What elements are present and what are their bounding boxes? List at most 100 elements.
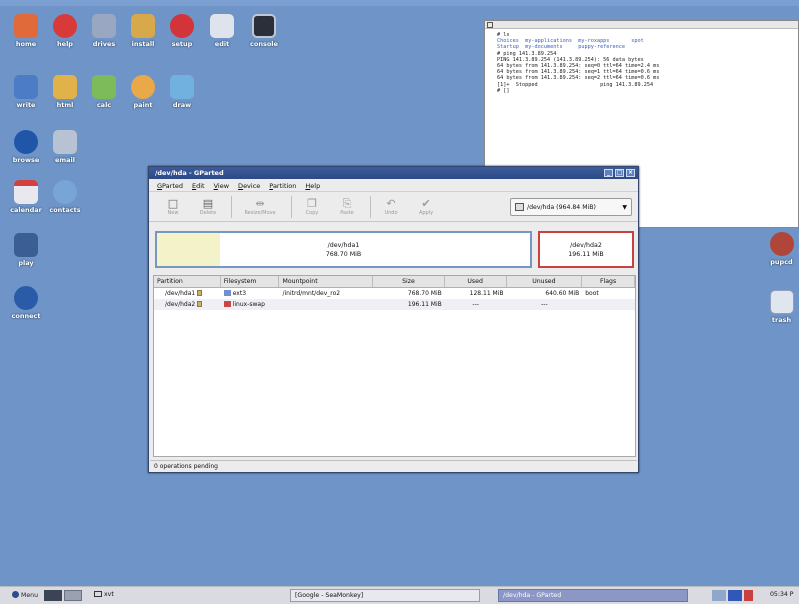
paste-button[interactable]: ⎘ Paste: [331, 194, 363, 220]
paint-icon: [131, 75, 155, 99]
workspace-switcher[interactable]: [64, 590, 82, 601]
col-header-used[interactable]: Used: [445, 276, 507, 287]
partition-map-hda1-name: /dev/hda1: [327, 242, 360, 249]
edit-icon: [210, 14, 234, 38]
draw-desktop-icon[interactable]: draw: [160, 75, 204, 109]
paint-desktop-icon[interactable]: paint: [121, 75, 165, 109]
col-header-partition[interactable]: Partition: [154, 276, 221, 287]
browse-desktop-icon[interactable]: browse: [4, 130, 48, 164]
terminal-menu-icon[interactable]: [487, 22, 493, 28]
partition-name: /dev/hda2: [165, 301, 196, 308]
taskbar-task-xvt[interactable]: xvt: [90, 589, 160, 602]
table-row[interactable]: /dev/hda1 ext3 /initrd/mnt/dev_ro2 768.7…: [154, 288, 635, 299]
device-selector[interactable]: /dev/hda (964.84 MiB) ▼: [510, 198, 632, 216]
menu-icon: [12, 591, 19, 598]
col-header-filesystem[interactable]: Filesystem: [221, 276, 280, 287]
network-tray-icon[interactable]: [712, 590, 726, 601]
taskbar-task-gparted[interactable]: /dev/hda - GParted: [498, 589, 688, 602]
volume-tray-icon[interactable]: [744, 590, 753, 601]
new-button[interactable]: □ New: [157, 194, 189, 220]
partition-map: /dev/hda1 768.70 MiB /dev/hda2 196.11 Mi…: [155, 227, 634, 271]
gparted-titlebar[interactable]: /dev/hda - GParted _ □ ×: [149, 167, 638, 179]
maximize-button[interactable]: □: [615, 169, 624, 177]
start-menu-label: Menu: [21, 592, 38, 599]
clock[interactable]: 05:34 P: [766, 589, 798, 602]
col-header-size[interactable]: Size: [373, 276, 445, 287]
cd-icon: [769, 232, 794, 256]
minimize-button[interactable]: _: [604, 169, 613, 177]
email-desktop-icon[interactable]: email: [43, 130, 87, 164]
col-header-flags[interactable]: Flags: [582, 276, 635, 287]
play-desktop-icon[interactable]: play: [4, 233, 48, 267]
write-desktop-icon[interactable]: write: [4, 75, 48, 109]
write-icon: [14, 75, 38, 99]
menu-help[interactable]: Help: [305, 182, 320, 190]
col-header-mountpoint[interactable]: Mountpoint: [279, 276, 374, 287]
undo-button[interactable]: ↶ Undo: [375, 194, 407, 220]
draw-icon: [170, 75, 194, 99]
partition-map-hda2[interactable]: /dev/hda2 196.11 MiB: [538, 231, 634, 268]
col-header-unused[interactable]: Unused: [507, 276, 583, 287]
delete-button[interactable]: ▤ Delete: [192, 194, 224, 220]
drives-desktop-icon[interactable]: drives: [82, 14, 126, 48]
partition-map-hda2-size: 196.11 MiB: [568, 251, 604, 258]
desktop-top-strip: [0, 0, 799, 6]
show-desktop-icon[interactable]: [44, 590, 62, 601]
menu-partition[interactable]: Partition: [269, 182, 296, 190]
copy-icon: ❐: [307, 197, 317, 210]
start-menu-button[interactable]: Menu: [8, 589, 42, 602]
trash-desktop-icon[interactable]: trash: [764, 290, 799, 324]
taskbar-task-label: xvt: [104, 591, 114, 598]
html-icon: [53, 75, 77, 99]
html-desktop-icon[interactable]: html: [43, 75, 87, 109]
menu-bar: GParted Edit View Device Partition Help: [149, 179, 638, 192]
gparted-window[interactable]: /dev/hda - GParted _ □ × GParted Edit Vi…: [148, 166, 639, 473]
menu-gparted[interactable]: GParted: [157, 182, 183, 190]
dropdown-arrow-icon: ▼: [622, 203, 627, 211]
console-desktop-icon[interactable]: console: [242, 14, 286, 48]
lock-icon: [197, 290, 203, 296]
help-desktop-icon[interactable]: help: [43, 14, 87, 48]
connect-desktop-icon[interactable]: connect: [4, 286, 48, 320]
filesystem-name: ext3: [232, 290, 247, 297]
taskbar-task-seamonkey[interactable]: [Google - SeaMonkey]: [290, 589, 480, 602]
help-icon: [53, 14, 77, 38]
menu-device[interactable]: Device: [238, 182, 260, 190]
contacts-desktop-icon[interactable]: contacts: [43, 180, 87, 214]
table-row[interactable]: /dev/hda2 linux-swap 196.11 MiB --- ---: [154, 299, 635, 310]
terminal-titlebar[interactable]: [485, 21, 798, 29]
install-desktop-icon[interactable]: install: [121, 14, 165, 48]
contacts-icon: [53, 180, 77, 204]
toolbar-separator: [370, 195, 371, 218]
device-selector-value: /dev/hda (964.84 MiB): [527, 203, 596, 211]
play-icon: [14, 233, 38, 257]
cell-used: ---: [472, 301, 479, 308]
cell-size: 196.11 MiB: [407, 301, 442, 308]
calc-icon: [92, 75, 116, 99]
calendar-desktop-icon[interactable]: calendar: [4, 180, 48, 214]
edit-desktop-icon[interactable]: edit: [200, 14, 244, 48]
pupcd-desktop-icon[interactable]: pupcd: [764, 232, 799, 266]
menu-edit[interactable]: Edit: [192, 182, 205, 190]
close-button[interactable]: ×: [626, 169, 635, 177]
calc-desktop-icon[interactable]: calc: [82, 75, 126, 109]
new-label: New: [167, 210, 179, 216]
home-desktop-icon[interactable]: home: [4, 14, 48, 48]
cell-unused: ---: [541, 301, 548, 308]
menu-view[interactable]: View: [214, 182, 229, 190]
home-icon: [14, 14, 38, 38]
partition-map-hda2-name: /dev/hda2: [570, 242, 602, 249]
setup-desktop-icon[interactable]: setup: [160, 14, 204, 48]
copy-button[interactable]: ❐ Copy: [296, 194, 328, 220]
install-icon: [131, 14, 155, 38]
resize-move-button[interactable]: ⇹ Resize/Move: [236, 194, 284, 220]
keyboard-tray-icon[interactable]: [728, 590, 742, 601]
paste-icon: ⎘: [342, 197, 352, 210]
cell-flags: boot: [585, 290, 599, 297]
apply-button[interactable]: ✔ Apply: [410, 194, 442, 220]
new-icon: □: [167, 197, 179, 210]
delete-icon: ▤: [202, 197, 214, 210]
terminal-output[interactable]: # ls Choices my-applications my-roxapps s…: [485, 29, 798, 97]
status-bar: 0 operations pending: [150, 460, 637, 471]
partition-map-hda1[interactable]: /dev/hda1 768.70 MiB: [155, 231, 532, 268]
